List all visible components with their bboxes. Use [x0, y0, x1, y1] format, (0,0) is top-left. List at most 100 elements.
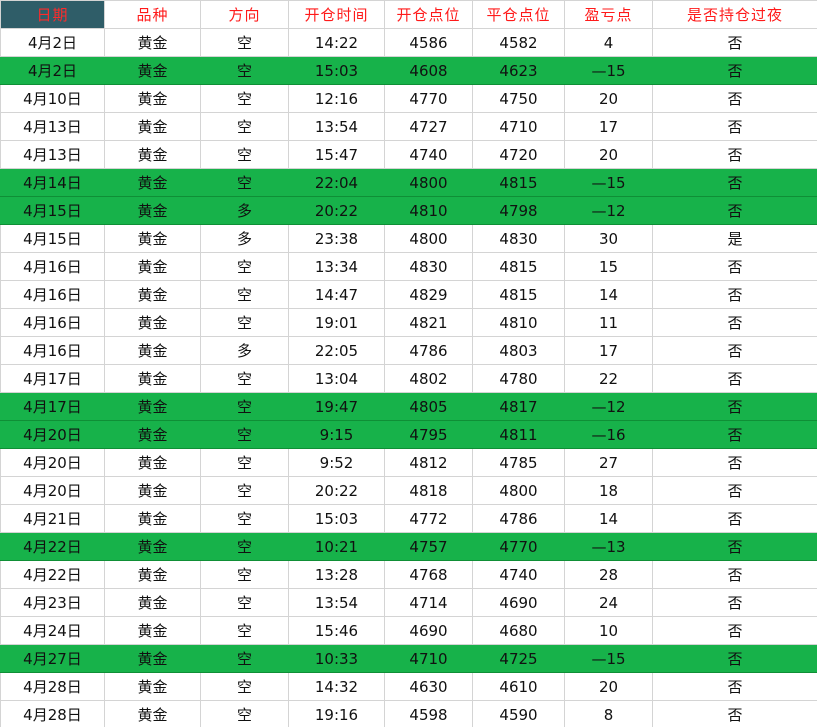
cell-kind[interactable]: 黄金: [104, 448, 201, 477]
cell-open-time[interactable]: 23:38: [288, 224, 385, 253]
cell-pnl[interactable]: 22: [564, 364, 653, 393]
cell-open-time[interactable]: 14:47: [288, 280, 385, 309]
cell-kind[interactable]: 黄金: [104, 364, 201, 393]
cell-open-time[interactable]: 20:22: [288, 476, 385, 505]
cell-kind[interactable]: 黄金: [104, 560, 201, 589]
cell-open-price[interactable]: 4768: [384, 560, 473, 589]
cell-direction[interactable]: 多: [200, 196, 289, 225]
cell-pnl[interactable]: 8: [564, 700, 653, 727]
cell-direction[interactable]: 空: [200, 448, 289, 477]
cell-open-time[interactable]: 9:52: [288, 448, 385, 477]
cell-pnl[interactable]: —13: [564, 532, 653, 561]
cell-open-price[interactable]: 4586: [384, 28, 473, 57]
cell-direction[interactable]: 多: [200, 336, 289, 365]
cell-pnl[interactable]: 10: [564, 616, 653, 645]
cell-direction[interactable]: 空: [200, 112, 289, 141]
column-header-overnight[interactable]: 是否持仓过夜: [652, 0, 817, 29]
cell-kind[interactable]: 黄金: [104, 392, 201, 421]
cell-close-price[interactable]: 4811: [472, 420, 565, 449]
cell-overnight[interactable]: 否: [652, 616, 817, 645]
cell-close-price[interactable]: 4815: [472, 252, 565, 281]
cell-direction[interactable]: 空: [200, 84, 289, 113]
cell-open-time[interactable]: 13:04: [288, 364, 385, 393]
cell-pnl[interactable]: 24: [564, 588, 653, 617]
cell-open-time[interactable]: 10:21: [288, 532, 385, 561]
cell-kind[interactable]: 黄金: [104, 196, 201, 225]
cell-open-price[interactable]: 4830: [384, 252, 473, 281]
cell-direction[interactable]: 空: [200, 56, 289, 85]
cell-overnight[interactable]: 否: [652, 700, 817, 727]
cell-date[interactable]: 4月21日: [0, 504, 105, 533]
cell-direction[interactable]: 空: [200, 560, 289, 589]
cell-direction[interactable]: 空: [200, 364, 289, 393]
cell-open-price[interactable]: 4690: [384, 616, 473, 645]
cell-open-price[interactable]: 4821: [384, 308, 473, 337]
cell-overnight[interactable]: 否: [652, 308, 817, 337]
cell-pnl[interactable]: 17: [564, 112, 653, 141]
cell-date[interactable]: 4月20日: [0, 448, 105, 477]
cell-date[interactable]: 4月10日: [0, 84, 105, 113]
column-header-kind[interactable]: 品种: [104, 0, 201, 29]
cell-close-price[interactable]: 4803: [472, 336, 565, 365]
cell-pnl[interactable]: —15: [564, 168, 653, 197]
cell-date[interactable]: 4月28日: [0, 672, 105, 701]
cell-open-price[interactable]: 4812: [384, 448, 473, 477]
cell-pnl[interactable]: —16: [564, 420, 653, 449]
cell-kind[interactable]: 黄金: [104, 308, 201, 337]
cell-close-price[interactable]: 4780: [472, 364, 565, 393]
cell-kind[interactable]: 黄金: [104, 336, 201, 365]
cell-open-time[interactable]: 10:33: [288, 644, 385, 673]
cell-close-price[interactable]: 4786: [472, 504, 565, 533]
cell-open-price[interactable]: 4740: [384, 140, 473, 169]
cell-open-time[interactable]: 15:46: [288, 616, 385, 645]
cell-kind[interactable]: 黄金: [104, 476, 201, 505]
cell-open-price[interactable]: 4714: [384, 588, 473, 617]
cell-open-time[interactable]: 19:16: [288, 700, 385, 727]
cell-date[interactable]: 4月2日: [0, 56, 105, 85]
cell-pnl[interactable]: 30: [564, 224, 653, 253]
cell-overnight[interactable]: 否: [652, 448, 817, 477]
cell-overnight[interactable]: 否: [652, 28, 817, 57]
cell-close-price[interactable]: 4610: [472, 672, 565, 701]
cell-open-price[interactable]: 4772: [384, 504, 473, 533]
cell-kind[interactable]: 黄金: [104, 672, 201, 701]
cell-overnight[interactable]: 否: [652, 532, 817, 561]
cell-open-price[interactable]: 4727: [384, 112, 473, 141]
cell-pnl[interactable]: 18: [564, 476, 653, 505]
cell-date[interactable]: 4月16日: [0, 336, 105, 365]
cell-pnl[interactable]: 14: [564, 504, 653, 533]
cell-open-price[interactable]: 4770: [384, 84, 473, 113]
cell-direction[interactable]: 空: [200, 280, 289, 309]
cell-open-time[interactable]: 15:03: [288, 504, 385, 533]
cell-close-price[interactable]: 4725: [472, 644, 565, 673]
cell-open-time[interactable]: 12:16: [288, 84, 385, 113]
cell-pnl[interactable]: 28: [564, 560, 653, 589]
cell-overnight[interactable]: 否: [652, 504, 817, 533]
cell-direction[interactable]: 空: [200, 644, 289, 673]
cell-overnight[interactable]: 否: [652, 392, 817, 421]
cell-kind[interactable]: 黄金: [104, 280, 201, 309]
cell-close-price[interactable]: 4770: [472, 532, 565, 561]
cell-open-time[interactable]: 13:34: [288, 252, 385, 281]
cell-kind[interactable]: 黄金: [104, 532, 201, 561]
cell-open-price[interactable]: 4805: [384, 392, 473, 421]
cell-close-price[interactable]: 4590: [472, 700, 565, 727]
cell-overnight[interactable]: 否: [652, 168, 817, 197]
cell-close-price[interactable]: 4690: [472, 588, 565, 617]
cell-direction[interactable]: 空: [200, 532, 289, 561]
cell-kind[interactable]: 黄金: [104, 420, 201, 449]
cell-close-price[interactable]: 4798: [472, 196, 565, 225]
cell-open-time[interactable]: 20:22: [288, 196, 385, 225]
cell-open-price[interactable]: 4795: [384, 420, 473, 449]
cell-open-time[interactable]: 14:32: [288, 672, 385, 701]
cell-open-time[interactable]: 19:47: [288, 392, 385, 421]
cell-pnl[interactable]: 20: [564, 140, 653, 169]
cell-kind[interactable]: 黄金: [104, 168, 201, 197]
cell-open-price[interactable]: 4757: [384, 532, 473, 561]
cell-overnight[interactable]: 否: [652, 644, 817, 673]
cell-direction[interactable]: 空: [200, 672, 289, 701]
cell-direction[interactable]: 空: [200, 308, 289, 337]
cell-date[interactable]: 4月20日: [0, 420, 105, 449]
cell-close-price[interactable]: 4810: [472, 308, 565, 337]
cell-date[interactable]: 4月15日: [0, 224, 105, 253]
